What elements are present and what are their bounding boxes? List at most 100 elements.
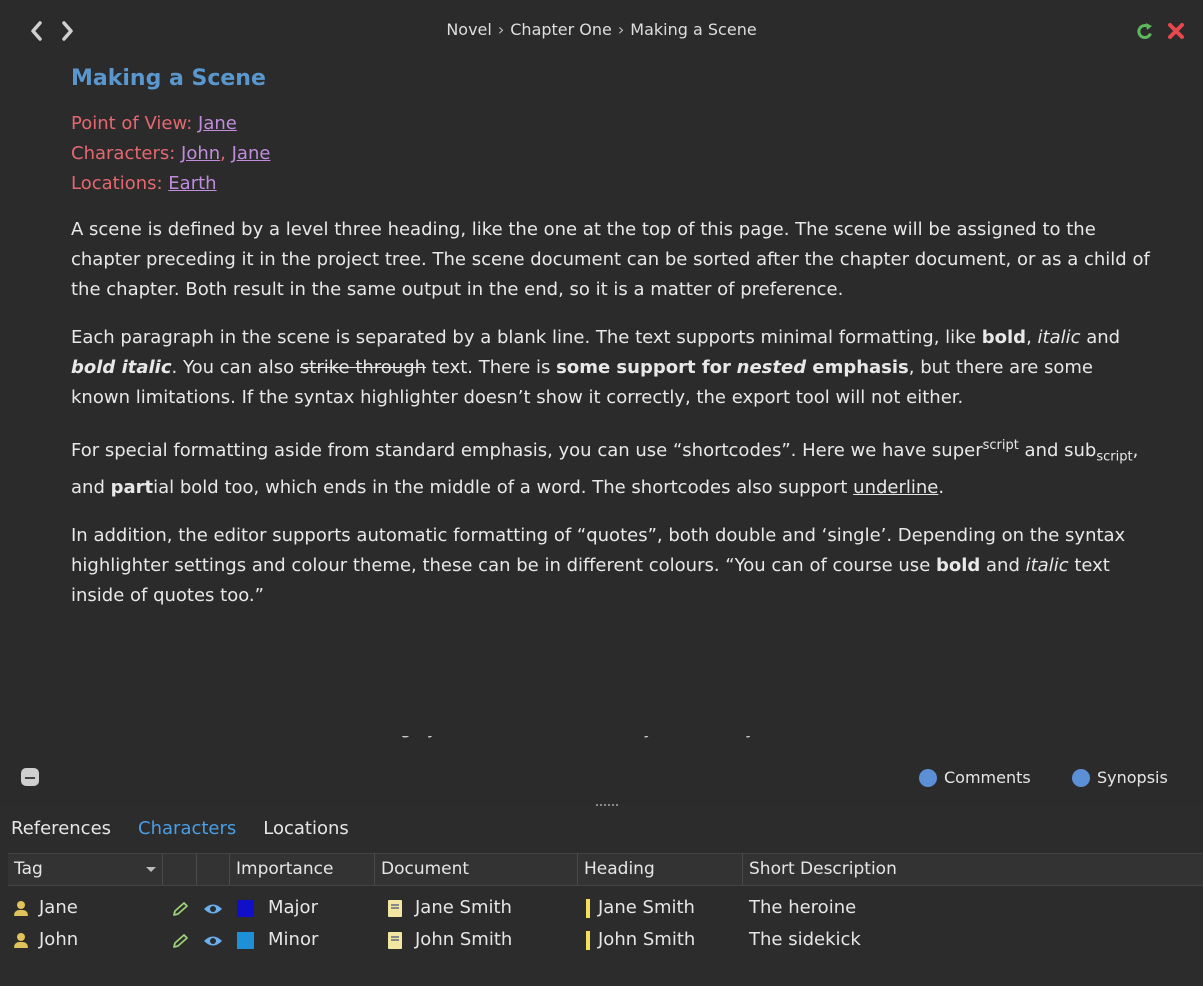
viewer-footer: Comments Synopsis [0, 760, 1203, 800]
bold-text: bold [935, 554, 981, 576]
bold-text: part [110, 476, 154, 498]
bold-italic-text: bold italic [71, 357, 172, 378]
locations-line: Locations: Earth [71, 169, 1151, 199]
viewer-header: Novel › Chapter One › Making a Scene [0, 0, 1203, 62]
document-cell: John Smith [415, 929, 513, 950]
heading-cell: John Smith [598, 929, 696, 950]
text: Of course, there are a few other things … [71, 736, 1151, 744]
paragraph-1: A scene is defined by a level three head… [71, 219, 1150, 300]
document-content: Making a Scene Point of View: Jane Chara… [71, 66, 1151, 736]
breadcrumb-item: Chapter One [510, 20, 612, 39]
importance-swatch [237, 932, 254, 949]
document-icon [388, 900, 402, 917]
paragraph-3: For special formatting aside from standa… [71, 431, 1151, 503]
breadcrumb: Novel › Chapter One › Making a Scene [0, 20, 1203, 39]
synopsis-label: Synopsis [1097, 768, 1168, 787]
tab-references[interactable]: References [11, 818, 111, 848]
column-header-short-description[interactable]: Short Description [743, 854, 1203, 885]
nested-emphasis-text: nested [736, 357, 807, 378]
character-icon [14, 933, 28, 949]
header-label: Heading [584, 859, 655, 879]
table-row[interactable]: John Minor John Smith John Smith The sid… [8, 924, 1203, 956]
italic-text: italic [1037, 327, 1081, 348]
heading-cell: Jane Smith [598, 897, 695, 918]
column-header-document[interactable]: Document [375, 854, 578, 885]
column-header-view[interactable] [197, 854, 230, 885]
column-header-edit[interactable] [163, 854, 197, 885]
document-viewer: Novel › Chapter One › Making a Scene Making … [0, 0, 1203, 804]
references-panel: References Characters Locations Tag Impo… [0, 810, 1203, 986]
edit-icon[interactable] [171, 933, 189, 949]
tag-cell: John [39, 929, 79, 950]
description-cell: The heroine [749, 897, 857, 918]
pov-link[interactable]: Jane [198, 113, 237, 134]
text: text. There is [426, 357, 557, 378]
locations-label: Locations: [71, 173, 169, 194]
document-cell: Jane Smith [415, 897, 512, 918]
heading-icon [586, 931, 590, 950]
subscript-text: script [1096, 449, 1133, 465]
header-label: Importance [236, 859, 334, 879]
view-icon[interactable] [203, 902, 223, 916]
breadcrumb-separator: › [497, 20, 505, 39]
strikethrough-text: strike through [299, 357, 427, 378]
text: ial bold too, which ends in the middle o… [153, 476, 854, 498]
location-link-earth[interactable]: Earth [168, 173, 216, 194]
breadcrumb-separator: › [617, 20, 625, 39]
paragraph-5-partial: Of course, there are a few other things … [71, 736, 1151, 746]
comments-toggle[interactable]: Comments [919, 768, 1031, 787]
header-label: Tag [14, 859, 43, 879]
bold-text: emphasis [806, 357, 909, 378]
tag-cell: Jane [39, 897, 78, 918]
text: . [938, 476, 945, 498]
character-link-john[interactable]: John [181, 143, 220, 164]
panel-tabs: References Characters Locations [11, 818, 349, 848]
importance-swatch [237, 900, 254, 917]
characters-line: Characters: John, Jane [71, 143, 271, 164]
close-icon[interactable] [1166, 20, 1186, 42]
column-header-heading[interactable]: Heading [578, 854, 743, 885]
table-header: Tag Importance Document Heading Short De… [8, 853, 1203, 886]
comments-label: Comments [944, 768, 1031, 787]
superscript-text: script [982, 438, 1019, 453]
bold-text: bold [981, 327, 1027, 348]
column-header-importance[interactable]: Importance [230, 854, 375, 885]
edit-icon[interactable] [171, 901, 189, 917]
comments-dot-icon [919, 768, 937, 787]
importance-cell: Minor [268, 929, 319, 950]
text: and [980, 554, 1026, 576]
view-icon[interactable] [203, 934, 223, 948]
table-row[interactable]: Jane Major Jane Smith Jane Smith The her… [8, 892, 1203, 924]
italic-text: italic [1025, 554, 1069, 576]
toggle-panel-icon[interactable] [21, 768, 39, 786]
synopsis-dot-icon [1072, 768, 1090, 787]
text: and [1080, 327, 1121, 348]
characters-label: Characters: [71, 143, 182, 164]
text: For special formatting aside from standa… [71, 440, 983, 461]
synopsis-toggle[interactable]: Synopsis [1072, 768, 1168, 787]
bold-text: some support for [556, 357, 731, 378]
header-label: Short Description [749, 859, 897, 879]
pov-label: Point of View: [71, 113, 199, 134]
pov-line: Point of View: Jane [71, 109, 1151, 139]
breadcrumb-item: Novel [446, 20, 492, 39]
importance-cell: Major [268, 897, 318, 918]
breadcrumb-item: Making a Scene [630, 20, 757, 39]
paragraph-2: Each paragraph in the scene is separated… [71, 323, 1151, 413]
character-link-jane[interactable]: Jane [232, 143, 271, 164]
text: , [1026, 327, 1038, 348]
refresh-icon[interactable] [1135, 20, 1155, 42]
document-icon [388, 932, 402, 949]
heading-icon [586, 899, 590, 918]
sort-indicator-icon [146, 867, 156, 872]
tab-locations[interactable]: Locations [263, 818, 349, 848]
character-icon [14, 901, 28, 917]
tab-characters[interactable]: Characters [138, 818, 236, 848]
scene-title: Making a Scene [71, 66, 266, 91]
column-header-tag[interactable]: Tag [8, 854, 163, 885]
text: . You can also [171, 357, 300, 378]
paragraph-4: In addition, the editor supports automat… [71, 521, 1151, 611]
underlined-text: underline [853, 476, 939, 498]
text: Each paragraph in the scene is separated… [71, 327, 982, 348]
description-cell: The sidekick [749, 929, 861, 950]
